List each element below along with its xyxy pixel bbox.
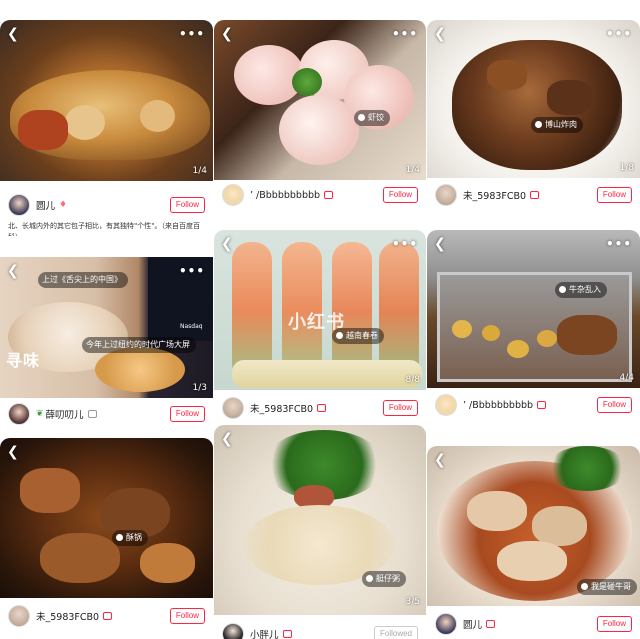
chevron-left-icon[interactable]: ❮: [7, 263, 19, 279]
post-card[interactable]: ❮ 艇仔粥 3/5 小胖儿 Followed: [214, 425, 426, 639]
post-card[interactable]: 小红书 ❮ ••• 越南春卷 8/8 未_5983FCB0 Follow: [214, 230, 426, 425]
follow-button[interactable]: Follow: [169, 608, 205, 624]
author-row: ’ /Bbbbbbbbbb Follow: [214, 180, 426, 210]
avatar[interactable]: [222, 397, 244, 419]
image-counter: 4/4: [619, 373, 634, 383]
post-card[interactable]: ❮ 酥锅 未_5983FCB0 Follow: [0, 438, 213, 639]
tag-icon: ♦: [59, 200, 68, 210]
food-tag[interactable]: 酥锅: [112, 530, 148, 546]
author-row: 未_5983FCB0 Follow: [427, 180, 640, 210]
follow-button[interactable]: Follow: [596, 187, 632, 203]
follow-button[interactable]: Follow: [169, 406, 205, 422]
follow-button[interactable]: Followed: [373, 626, 418, 639]
chevron-left-icon[interactable]: ❮: [7, 444, 19, 460]
chevron-left-icon[interactable]: ❮: [434, 452, 446, 468]
badge-icon: [317, 404, 327, 412]
badge-icon: [530, 191, 540, 199]
post-photo[interactable]: ❮ ••• 1/4: [0, 20, 213, 181]
username[interactable]: ’ /Bbbbbbbbbb: [250, 190, 320, 201]
author-row: 未_5983FCB0 Follow: [214, 393, 426, 423]
chevron-left-icon[interactable]: ❮: [221, 236, 233, 252]
avatar[interactable]: [222, 623, 244, 639]
username[interactable]: 圆儿: [36, 198, 55, 212]
post-photo[interactable]: ❮ 酥锅: [0, 438, 213, 598]
leaf-icon: ❦: [36, 409, 44, 419]
avatar[interactable]: [435, 184, 457, 206]
author-row: 圆儿 Follow: [427, 609, 640, 639]
calligraphy-watermark: 寻味: [6, 351, 41, 370]
image-counter: 1/4: [192, 166, 207, 176]
post-photo[interactable]: ❮ ••• 虾饺 1/4: [214, 20, 426, 180]
post-card[interactable]: ❮ ••• 博山炸肉 1/8 未_5983FCB0 Follow: [427, 20, 640, 210]
avatar[interactable]: [8, 605, 30, 627]
follow-button[interactable]: Follow: [382, 187, 418, 203]
avatar[interactable]: [435, 613, 457, 635]
username[interactable]: 小胖儿: [250, 627, 279, 639]
badge-icon: [87, 410, 97, 418]
post-description: 北、长城内外的其它包子相比，有其独特"个性"。（来自百度百科）: [8, 222, 200, 236]
image-counter: 1/3: [192, 383, 207, 393]
more-dots-icon[interactable]: •••: [392, 26, 418, 42]
post-photo[interactable]: 小红书 ❮ ••• 越南春卷 8/8: [214, 230, 426, 390]
author-row: ’ /Bbbbbbbbbb Follow: [427, 390, 640, 420]
image-counter: 1/4: [405, 165, 420, 175]
more-dots-icon[interactable]: •••: [179, 26, 205, 42]
username[interactable]: 未_5983FCB0: [36, 609, 99, 623]
author-row: ❦ 薛叨叨儿 Follow: [0, 399, 213, 429]
post-card[interactable]: ❮ ••• 虾饺 1/4 ’ /Bbbbbbbbbb Follow: [214, 20, 426, 210]
username[interactable]: 未_5983FCB0: [250, 401, 313, 415]
chevron-left-icon[interactable]: ❮: [221, 26, 233, 42]
chevron-left-icon[interactable]: ❮: [7, 26, 19, 42]
food-tag[interactable]: 虾饺: [354, 110, 390, 126]
badge-icon: [282, 630, 292, 638]
food-tag[interactable]: 艇仔粥: [362, 571, 406, 587]
post-photo[interactable]: ❮ 艇仔粥 3/5: [214, 425, 426, 615]
badge-icon: [537, 401, 547, 409]
follow-button[interactable]: Follow: [169, 197, 205, 213]
image-counter: 3/5: [405, 597, 420, 607]
post-photo[interactable]: Nasdaq 寻味 ❮ ••• 上过《舌尖上的中国》 今年上过纽约的时代广场大屏…: [0, 257, 213, 398]
follow-button[interactable]: Follow: [596, 616, 632, 632]
avatar[interactable]: [8, 194, 30, 216]
avatar[interactable]: [222, 184, 244, 206]
chevron-left-icon[interactable]: ❮: [434, 26, 446, 42]
username[interactable]: 薛叨叨儿: [46, 407, 84, 421]
post-photo[interactable]: ❮ 我是碰牛哥: [427, 446, 640, 606]
post-photo[interactable]: ❮ ••• 牛杂乱入 4/4: [427, 230, 640, 388]
badge-icon: [103, 612, 113, 620]
follow-button[interactable]: Follow: [382, 400, 418, 416]
author-row: 未_5983FCB0 Follow: [0, 601, 213, 631]
avatar[interactable]: [435, 394, 457, 416]
food-tag[interactable]: 牛杂乱入: [555, 282, 607, 298]
username[interactable]: 圆儿: [463, 617, 482, 631]
image-counter: 8/8: [405, 375, 420, 385]
more-dots-icon[interactable]: •••: [392, 236, 418, 252]
food-tag[interactable]: 上过《舌尖上的中国》: [38, 272, 128, 288]
food-tag[interactable]: 我是碰牛哥: [577, 579, 637, 595]
author-row: 小胖儿 Followed: [214, 619, 426, 639]
more-dots-icon[interactable]: •••: [606, 26, 632, 42]
food-tag[interactable]: 越南春卷: [332, 328, 384, 344]
post-card[interactable]: ❮ ••• 牛杂乱入 4/4 ’ /Bbbbbbbbbb Follow: [427, 230, 640, 420]
chevron-left-icon[interactable]: ❮: [434, 236, 446, 252]
more-dots-icon[interactable]: •••: [179, 263, 205, 279]
post-card[interactable]: ❮ ••• 1/4 圆儿 ♦ Follow 北、长城内外的其它包子相比，有其独特…: [0, 20, 213, 236]
avatar[interactable]: [8, 403, 30, 425]
more-dots-icon[interactable]: •••: [606, 236, 632, 252]
username[interactable]: ’ /Bbbbbbbbbb: [463, 400, 533, 411]
nasdaq-sign: Nasdaq: [180, 323, 203, 330]
post-photo[interactable]: ❮ ••• 博山炸肉 1/8: [427, 20, 640, 178]
food-tag[interactable]: 博山炸肉: [531, 117, 583, 133]
food-tag[interactable]: 今年上过纽约的时代广场大屏: [82, 337, 196, 353]
follow-button[interactable]: Follow: [596, 397, 632, 413]
author-row: 圆儿 ♦ Follow: [0, 190, 213, 220]
badge-icon: [486, 620, 496, 628]
badge-icon: [324, 191, 334, 199]
post-card[interactable]: ❮ 我是碰牛哥 圆儿 Follow: [427, 446, 640, 639]
chevron-left-icon[interactable]: ❮: [221, 431, 233, 447]
username[interactable]: 未_5983FCB0: [463, 188, 526, 202]
image-counter: 1/8: [619, 163, 634, 173]
post-card[interactable]: Nasdaq 寻味 ❮ ••• 上过《舌尖上的中国》 今年上过纽约的时代广场大屏…: [0, 257, 213, 429]
